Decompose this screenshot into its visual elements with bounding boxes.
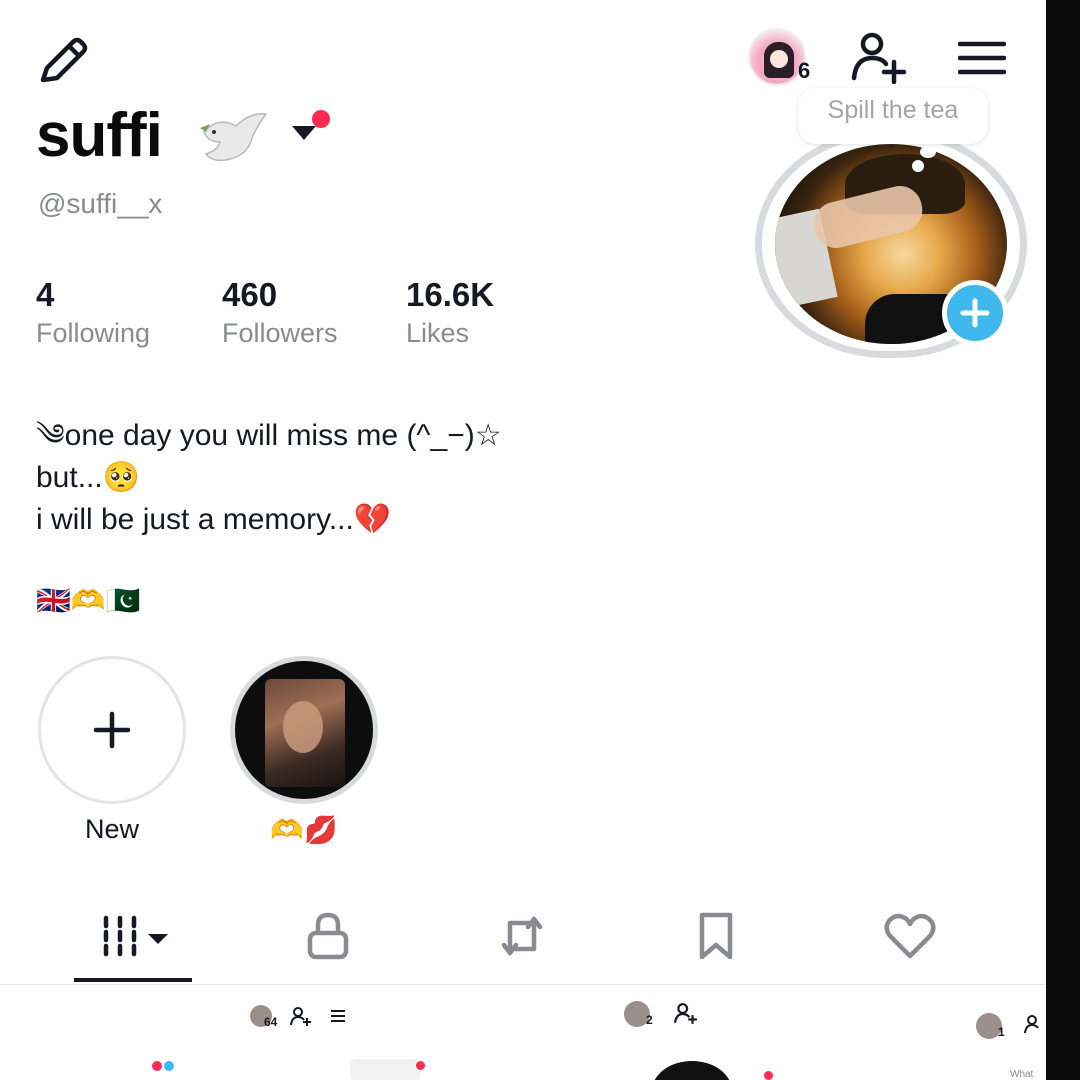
person-add-icon[interactable] <box>850 32 908 84</box>
pencil-icon[interactable] <box>36 36 90 84</box>
mini-dot-red <box>416 1061 425 1070</box>
bio-line: but...🥺 <box>36 461 141 494</box>
mini-count: 1 <box>998 1025 1005 1039</box>
note-bubble[interactable]: Spill the tea <box>798 88 988 144</box>
mini-dot-blue <box>164 1061 174 1071</box>
add-photo-button[interactable] <box>942 280 1008 346</box>
preview-strip: 64 2 1 What <box>0 985 1046 1080</box>
stat-value: 16.6K <box>406 276 495 313</box>
bookmark-icon <box>699 912 733 960</box>
avatar-count: 6 <box>798 58 811 83</box>
tab-liked[interactable] <box>850 898 970 974</box>
mini-dot-red <box>152 1061 162 1071</box>
mini-menu-icon <box>330 1009 346 1028</box>
repost-icon <box>501 916 543 956</box>
dove-icon <box>196 110 272 172</box>
tab-private[interactable] <box>268 898 388 974</box>
username-handle: @suffi__x <box>38 188 163 219</box>
stat-value: 4 <box>36 276 55 313</box>
mini-name-block <box>350 1059 420 1080</box>
heart-icon <box>884 913 936 959</box>
screen-edge <box>1046 0 1080 1080</box>
note-bubble-tail-dot <box>912 160 924 172</box>
stat-likes[interactable]: 16.6K Likes <box>406 276 494 349</box>
chevron-down-icon[interactable] <box>290 124 318 147</box>
story-highlight[interactable] <box>230 656 378 804</box>
highlight-thumbnail-face <box>283 701 323 753</box>
profile-tabs <box>0 898 1046 982</box>
new-highlight-button[interactable] <box>38 656 186 804</box>
plus-icon <box>960 298 990 328</box>
tab-favorites[interactable] <box>656 898 776 974</box>
display-name[interactable]: suffi <box>36 100 163 171</box>
mini-dot-red <box>764 1071 773 1080</box>
tab-reposts[interactable] <box>462 898 582 974</box>
stat-label: Following <box>36 318 151 348</box>
plus-icon <box>93 711 131 749</box>
mini-count: 2 <box>646 1013 653 1027</box>
grid-icon <box>103 915 168 957</box>
mini-person-add-icon <box>1024 1015 1046 1040</box>
note-bubble-text: Spill the tea <box>827 96 959 124</box>
mini-person-add-icon <box>290 1007 312 1032</box>
note-bubble-tail <box>920 146 936 158</box>
tab-videos[interactable] <box>74 898 194 974</box>
mini-profile-photo <box>652 1061 732 1080</box>
stat-value: 460 <box>222 276 278 313</box>
hamburger-menu-icon[interactable] <box>958 38 1006 78</box>
bio-line: 🇬🇧🫶🇵🇰 <box>36 585 141 616</box>
active-tab-indicator <box>74 978 192 982</box>
notification-dot <box>312 110 330 128</box>
lock-icon <box>307 912 349 960</box>
highlight-label: New <box>84 814 139 844</box>
bio-line: i will be just a memory...💔 <box>36 503 392 536</box>
stat-followers[interactable]: 460 Followers <box>222 276 338 349</box>
mini-person-add-icon <box>674 1003 698 1030</box>
highlight-label: 🫶💋 <box>270 815 338 845</box>
avatar-face <box>770 50 788 68</box>
stat-following[interactable]: 4 Following <box>36 276 150 349</box>
stat-label: Followers <box>222 318 338 348</box>
photo-hand <box>809 181 927 253</box>
mini-count: 64 <box>264 1015 278 1029</box>
stat-label: Likes <box>406 318 470 348</box>
mini-peek-text: What <box>1010 1069 1034 1080</box>
